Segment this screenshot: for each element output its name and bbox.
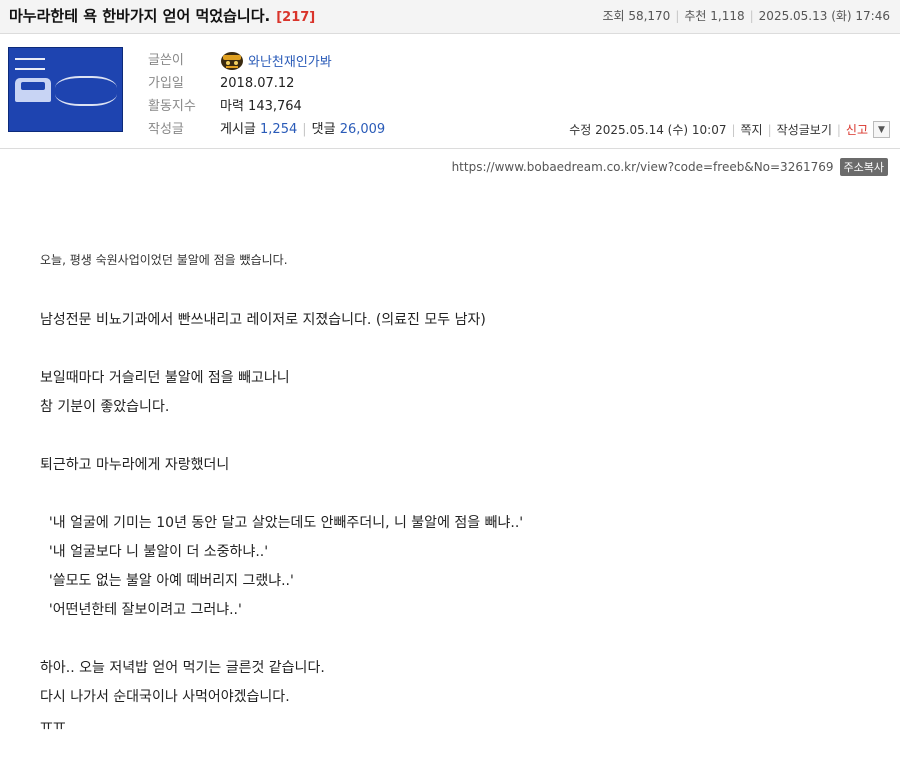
report-link[interactable]: 신고 [846, 121, 868, 138]
body-line: 참 기분이 좋았습니다. [40, 399, 170, 415]
author-profile: 글쓴이 가입일 활동지수 작성글 와난천재인가봐 2018.07.12 마력 1… [0, 34, 900, 149]
car-icon [15, 78, 51, 102]
author-avatar[interactable] [8, 47, 123, 132]
body-line: ㅠㅠ [40, 718, 66, 734]
body-line [40, 422, 880, 451]
body-intro: 오늘, 평생 숙원사업이었던 불알에 점을 뺐습니다. [40, 253, 288, 267]
author-row: 와난천재인가봐 [220, 51, 385, 74]
view-count: 조회 58,170 [602, 9, 671, 23]
avatar-handwriting [55, 76, 117, 106]
body-line: '어떤년한테 잘보이려고 그러냐..' [40, 602, 242, 618]
posts-count-link[interactable]: 1,254 [260, 122, 297, 137]
divider: | [675, 9, 680, 23]
body-line: 다시 나가서 순대국이나 사먹어야겠습니다. [40, 689, 290, 705]
post-stats: 조회 58,170 | 추천 1,118 | 2025.05.13 (화) 17:46 [602, 7, 890, 24]
profile-labels: 글쓴이 가입일 활동지수 작성글 [148, 51, 196, 143]
label-posts: 작성글 [148, 122, 184, 137]
label-joined: 가입일 [148, 76, 184, 91]
message-link[interactable]: 쪽지 [741, 121, 763, 138]
profile-values: 와난천재인가봐 2018.07.12 마력 143,764 게시글 1,254 |… [220, 51, 385, 143]
comments-count-link[interactable]: 26,009 [340, 122, 386, 137]
body-line: '내 얼굴보다 니 불알이 더 소중하냐..' [40, 544, 269, 560]
body-line: 남성전문 비뇨기과에서 빤쓰내리고 레이저로 지졌습니다. (의료진 모두 남자… [40, 312, 486, 328]
body-line: 보일때마다 거슬리던 불알에 점을 빼고나니 [40, 370, 290, 386]
post-header: 마누라한테 욕 한바가지 얻어 먹었습니다. [217] 조회 58,170 | 추천… [0, 0, 900, 34]
post-counts: 게시글 1,254 | 댓글 26,009 [220, 120, 385, 143]
join-date: 2018.07.12 [220, 76, 295, 91]
post-title-text: 마누라한테 욕 한바가지 얻어 먹었습니다. [9, 7, 271, 25]
edited-date: 수정 2025.05.14 (수) 10:07 [569, 123, 727, 137]
divider: | [749, 9, 754, 23]
posts-label: 게시글 [220, 122, 256, 137]
recommend-count: 추천 1,118 [684, 9, 745, 23]
body-line [40, 480, 880, 509]
divider: | [731, 122, 736, 137]
more-dropdown-button[interactable]: ▼ [873, 121, 890, 138]
comments-label: 댓글 [311, 122, 336, 137]
post-url-row: https://www.bobaedream.co.kr/view?code=f… [452, 158, 888, 176]
body-lines: 남성전문 비뇨기과에서 빤쓰내리고 레이저로 지졌습니다. (의료진 모두 남자… [40, 306, 880, 741]
comment-count[interactable]: [217] [276, 10, 315, 25]
avatar-logo-mark [15, 58, 45, 70]
chevron-down-icon: ▼ [878, 124, 885, 135]
body-line: 하아.. 오늘 저녁밥 얻어 먹기는 글른것 같습니다. [40, 660, 325, 676]
divider: | [302, 122, 307, 137]
profile-actions: 수정 2025.05.14 (수) 10:07 | 쪽지 | 작성글보기 | 신고 ▼ [569, 121, 890, 138]
label-author: 글쓴이 [148, 53, 184, 68]
post-url: https://www.bobaedream.co.kr/view?code=f… [451, 160, 834, 174]
member-level-icon [221, 52, 243, 70]
body-line: '쓸모도 없는 불알 아예 떼버리지 그랬냐..' [40, 573, 294, 589]
copy-url-button[interactable]: 주소복사 [839, 158, 888, 176]
post-title: 마누라한테 욕 한바가지 얻어 먹었습니다. [217] [9, 5, 315, 26]
body-line: '내 얼굴에 기미는 10년 동안 달고 살았는데도 안빼주더니, 니 불알에 … [40, 515, 524, 531]
body-line [40, 335, 880, 364]
body-line [40, 625, 880, 654]
author-nickname[interactable]: 와난천재인가봐 [248, 55, 332, 70]
activity-score: 마력 143,764 [220, 99, 302, 114]
view-posts-link[interactable]: 작성글보기 [777, 121, 832, 138]
body-line: 퇴근하고 마누라에게 자랑했더니 [40, 457, 230, 473]
label-activity: 활동지수 [148, 99, 196, 114]
post-date: 2025.05.13 (화) 17:46 [758, 9, 890, 23]
divider: | [767, 122, 772, 137]
post-body: 오늘, 평생 숙원사업이었던 불알에 점을 뺐습니다. 남성전문 비뇨기과에서 … [40, 251, 880, 741]
divider: | [836, 122, 841, 137]
